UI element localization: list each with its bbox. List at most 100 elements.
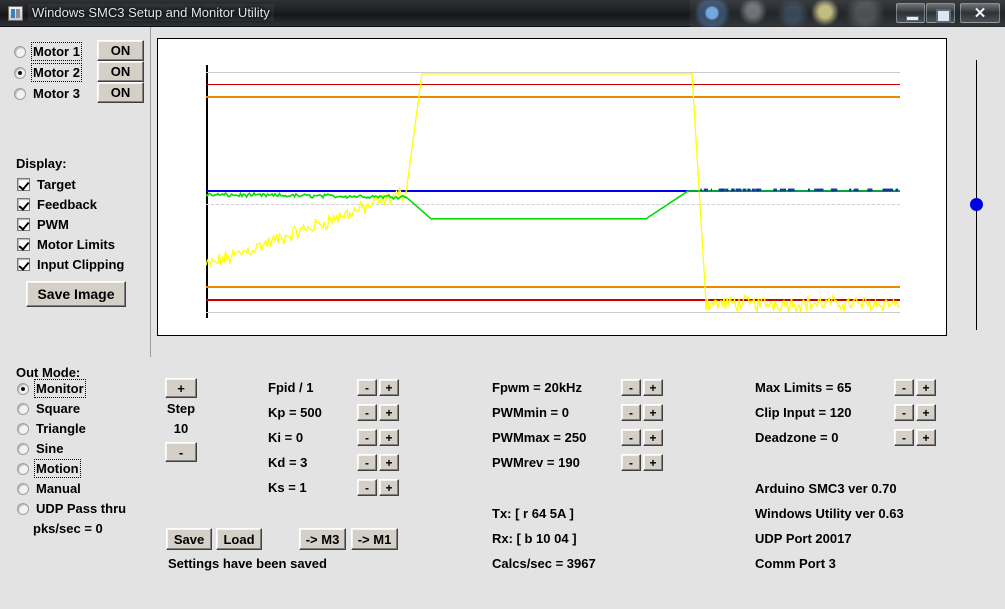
motion-radio[interactable] [17, 463, 29, 475]
calcs-per-sec-label: Calcs/sec = 3967 [492, 556, 596, 571]
title-bar[interactable]: Windows SMC3 Setup and Monitor Utility ✕ [0, 0, 1005, 27]
feedback-label: Feedback [37, 197, 97, 212]
ks-plus-button[interactable]: + [379, 479, 399, 496]
manual-radio[interactable] [17, 483, 29, 495]
triangle-radio[interactable] [17, 423, 29, 435]
monitor-label: Monitor [36, 381, 84, 396]
fpid-label: Fpid / 1 [268, 380, 314, 395]
out-mode-radio-sine[interactable]: Sine [17, 441, 63, 456]
fpwm-label: Fpwm = 20kHz [492, 380, 582, 395]
fpwm-minus-button[interactable]: - [621, 379, 641, 396]
out-mode-heading: Out Mode: [16, 365, 80, 380]
square-radio[interactable] [17, 403, 29, 415]
kp-minus-button[interactable]: - [357, 404, 377, 421]
step-plus-button[interactable]: + [165, 378, 197, 398]
window-title: Windows SMC3 Setup and Monitor Utility [28, 4, 274, 21]
monitor-radio[interactable] [17, 383, 29, 395]
feedback-checkbox[interactable] [17, 198, 30, 211]
sine-radio[interactable] [17, 443, 29, 455]
fpwm-plus-button[interactable]: + [643, 379, 663, 396]
step-minus-button[interactable]: - [165, 442, 197, 462]
pwm-trace [206, 74, 900, 312]
square-label: Square [36, 401, 80, 416]
pwm-label: PWM [37, 217, 69, 232]
ki-minus-button[interactable]: - [357, 429, 377, 446]
out-mode-radio-triangle[interactable]: Triangle [17, 421, 86, 436]
deadzone-minus-button[interactable]: - [894, 429, 914, 446]
motor-limits-checkbox[interactable] [17, 238, 30, 251]
out-mode-radio-manual[interactable]: Manual [17, 481, 81, 496]
pwmmax-label: PWMmax = 250 [492, 430, 586, 445]
motor-radio-row-3[interactable]: Motor 3 [14, 86, 80, 101]
triangle-label: Triangle [36, 421, 86, 436]
display-checkbox-target[interactable]: Target [17, 177, 76, 192]
target-checkbox[interactable] [17, 178, 30, 191]
sine-label: Sine [36, 441, 63, 456]
ks-minus-button[interactable]: - [357, 479, 377, 496]
udp-pass-thru-radio[interactable] [17, 503, 29, 515]
display-checkbox-pwm[interactable]: PWM [17, 217, 69, 232]
rx-label: Rx: [ b 10 04 ] [492, 531, 577, 546]
pwmmax-minus-button[interactable]: - [621, 429, 641, 446]
motor-radio-row-2[interactable]: Motor 2 [14, 65, 80, 80]
motor-radio-row-1[interactable]: Motor 1 [14, 44, 80, 59]
save-image-button[interactable]: Save Image [26, 281, 126, 307]
motor-2-label: Motor 2 [33, 65, 80, 80]
motor-1-radio[interactable] [14, 46, 26, 58]
pwmmin-plus-button[interactable]: + [643, 404, 663, 421]
copy-to-m3-button[interactable]: -> M3 [299, 528, 346, 550]
clip-input-label: Clip Input = 120 [755, 405, 851, 420]
info-line-utility-version: Windows Utility ver 0.63 [755, 506, 904, 521]
deadzone-label: Deadzone = 0 [755, 430, 838, 445]
plot-area[interactable] [206, 65, 900, 318]
out-mode-radio-monitor[interactable]: Monitor [17, 381, 84, 396]
motor-3-on-button[interactable]: ON [97, 82, 144, 103]
max-limits-minus-button[interactable]: - [894, 379, 914, 396]
step-caption: Step [165, 401, 197, 416]
kd-minus-button[interactable]: - [357, 454, 377, 471]
kd-plus-button[interactable]: + [379, 454, 399, 471]
manual-label: Manual [36, 481, 81, 496]
display-checkbox-feedback[interactable]: Feedback [17, 197, 97, 212]
pwmrev-plus-button[interactable]: + [643, 454, 663, 471]
motor-1-label: Motor 1 [33, 44, 80, 59]
copy-to-m1-button[interactable]: -> M1 [351, 528, 398, 550]
clip-input-plus-button[interactable]: + [916, 404, 936, 421]
client-area: Motor 1 Motor 2 Motor 3 ON ON ON Display… [0, 27, 1005, 609]
fpid-minus-button[interactable]: - [357, 379, 377, 396]
ki-label: Ki = 0 [268, 430, 303, 445]
display-checkbox-input-clipping[interactable]: Input Clipping [17, 257, 124, 272]
tx-label: Tx: [ r 64 5A ] [492, 506, 574, 521]
fpid-plus-button[interactable]: + [379, 379, 399, 396]
ki-plus-button[interactable]: + [379, 429, 399, 446]
maximize-button[interactable] [926, 3, 955, 23]
pwmmin-minus-button[interactable]: - [621, 404, 641, 421]
maximize-icon [927, 4, 954, 22]
out-mode-radio-motion[interactable]: Motion [17, 461, 79, 476]
clip-input-minus-button[interactable]: - [894, 404, 914, 421]
out-mode-radio-udp-pass-thru[interactable]: UDP Pass thru [17, 501, 126, 516]
graph-panel[interactable] [157, 38, 947, 336]
motor-1-on-button[interactable]: ON [97, 40, 144, 61]
load-button[interactable]: Load [216, 528, 262, 550]
input-clipping-checkbox[interactable] [17, 258, 30, 271]
vertical-slider-knob[interactable] [970, 198, 983, 211]
input-clipping-label: Input Clipping [37, 257, 124, 272]
pwmrev-minus-button[interactable]: - [621, 454, 641, 471]
out-mode-radio-square[interactable]: Square [17, 401, 80, 416]
close-icon: ✕ [961, 4, 999, 22]
pwmmax-plus-button[interactable]: + [643, 429, 663, 446]
save-button[interactable]: Save [166, 528, 212, 550]
pwm-checkbox[interactable] [17, 218, 30, 231]
info-line-comm-port: Comm Port 3 [755, 556, 836, 571]
motor-3-radio[interactable] [14, 88, 26, 100]
deadzone-plus-button[interactable]: + [916, 429, 936, 446]
max-limits-plus-button[interactable]: + [916, 379, 936, 396]
minimize-button[interactable] [896, 3, 925, 23]
motor-2-on-button[interactable]: ON [97, 61, 144, 82]
close-button[interactable]: ✕ [960, 3, 1000, 23]
vertical-slider-track[interactable] [976, 60, 977, 330]
motor-2-radio[interactable] [14, 67, 26, 79]
kp-plus-button[interactable]: + [379, 404, 399, 421]
display-checkbox-motor-limits[interactable]: Motor Limits [17, 237, 115, 252]
